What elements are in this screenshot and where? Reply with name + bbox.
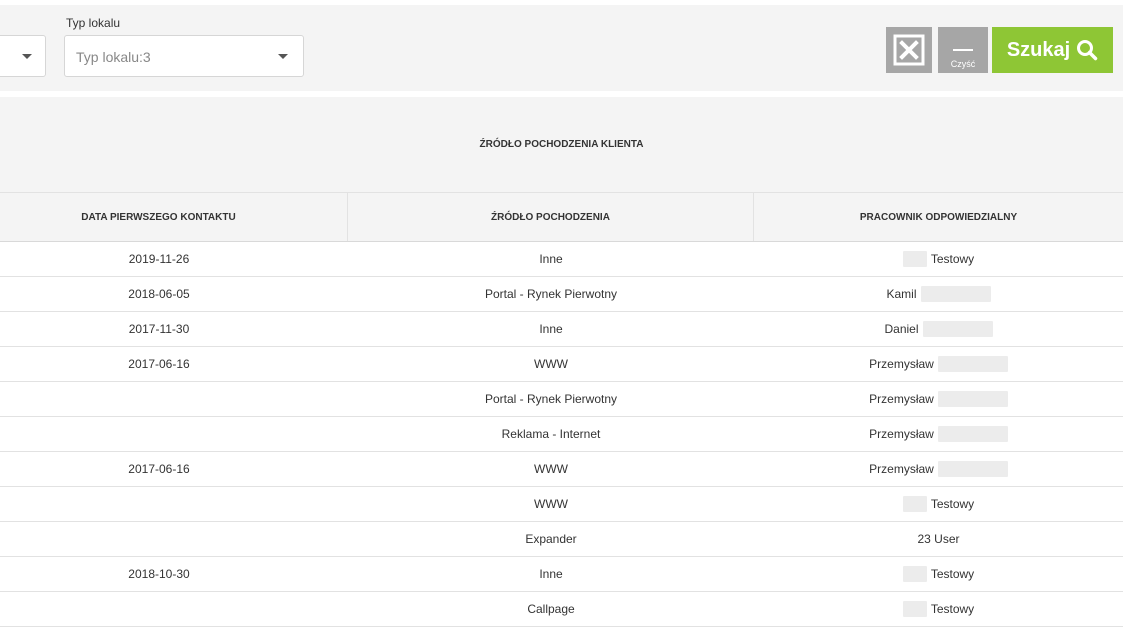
chevron-down-icon: [278, 54, 288, 59]
cell-source: Inne: [539, 252, 563, 266]
cell-responsible-employee: 23 User: [754, 522, 1123, 556]
search-label: Szukaj: [1006, 38, 1071, 61]
employee-name: Daniel: [884, 322, 919, 336]
redacted-name-block: [902, 496, 927, 512]
clear-button[interactable]: Czyść: [938, 27, 988, 73]
employee-name: Testowy: [930, 567, 975, 581]
redacted-name-block: [922, 321, 993, 337]
table-row[interactable]: 2018-10-30 Inne Testowy: [0, 557, 1123, 592]
type-select-value: Typ lokalu:3: [76, 49, 151, 65]
cell-first-contact-date: [0, 382, 348, 416]
cell-responsible-employee: Kamil: [754, 277, 1123, 311]
table-row[interactable]: 2018-06-05 Portal - Rynek Pierwotny Kamil: [0, 277, 1123, 312]
table-row[interactable]: 2017-06-16 WWW Przemysław: [0, 452, 1123, 487]
search-button[interactable]: Szukaj: [992, 27, 1113, 73]
table-row[interactable]: Expander 23 User: [0, 522, 1123, 557]
previous-filter-select[interactable]: [0, 35, 46, 77]
type-select[interactable]: Typ lokalu:3: [64, 35, 304, 77]
chevron-down-icon: [22, 54, 32, 59]
cell-first-contact-date: 2018-10-30: [128, 567, 190, 581]
cell-responsible-employee: Daniel: [754, 312, 1123, 346]
redacted-name-block: [920, 286, 991, 302]
cell-first-contact-date: 2018-06-05: [128, 287, 190, 301]
cell-responsible-employee: Testowy: [754, 242, 1123, 276]
cell-source: Expander: [525, 532, 577, 546]
employee-name: 23 User: [917, 532, 960, 546]
table-row[interactable]: Callpage Testowy: [0, 592, 1123, 627]
clear-icon: [953, 49, 973, 51]
employee-name: Testowy: [930, 252, 975, 266]
cell-first-contact-date: 2019-11-26: [128, 252, 190, 266]
cell-source: WWW: [534, 357, 568, 371]
cell-responsible-employee: Testowy: [754, 487, 1123, 521]
cell-first-contact-date: 2017-11-30: [128, 322, 190, 336]
cell-responsible-employee: Przemysław: [754, 417, 1123, 451]
employee-name: Testowy: [930, 497, 975, 511]
employee-name: Przemysław: [869, 462, 934, 476]
cell-first-contact-date: [0, 417, 348, 451]
cell-source: Inne: [539, 567, 563, 581]
search-icon: [1077, 40, 1098, 61]
cell-responsible-employee: Testowy: [754, 592, 1123, 626]
column-header-first-contact-date[interactable]: DATA PIERWSZEGO KONTAKTU: [0, 193, 348, 241]
employee-name: Przemysław: [869, 357, 934, 371]
table-row[interactable]: 2019-11-26 Inne Testowy: [0, 242, 1123, 277]
redacted-name-block: [937, 356, 1008, 372]
redacted-name-block: [937, 461, 1008, 477]
employee-name: Kamil: [886, 287, 917, 301]
cell-source: Portal - Rynek Pierwotny: [484, 392, 618, 406]
cell-responsible-employee: Testowy: [754, 557, 1123, 591]
excel-export-icon: [893, 34, 925, 66]
column-header-responsible-employee[interactable]: PRACOWNIK ODPOWIEDZIALNY: [754, 193, 1123, 241]
employee-name: Przemysław: [869, 392, 934, 406]
table-row[interactable]: Portal - Rynek Pierwotny Przemysław: [0, 382, 1123, 417]
cell-source: WWW: [534, 462, 568, 476]
cell-responsible-employee: Przemysław: [754, 452, 1123, 486]
cell-responsible-employee: Przemysław: [754, 347, 1123, 381]
cell-first-contact-date: [0, 522, 348, 556]
redacted-name-block: [937, 391, 1008, 407]
excel-export-button[interactable]: [886, 27, 932, 73]
table-row[interactable]: 2017-11-30 Inne Daniel: [0, 312, 1123, 347]
cell-first-contact-date: 2017-06-16: [128, 357, 190, 371]
cell-source: Callpage: [527, 602, 575, 616]
employee-name: Testowy: [930, 602, 975, 616]
table-body: 2019-11-26 Inne Testowy 2018-06-05 Portal -…: [0, 242, 1123, 627]
filter-bar: Typ lokalu Typ lokalu:3 Czyść Szukaj: [0, 5, 1123, 91]
table-row[interactable]: 2017-06-16 WWW Przemysław: [0, 347, 1123, 382]
cell-source: WWW: [534, 497, 568, 511]
type-label: Typ lokalu: [66, 16, 121, 30]
cell-source: Portal - Rynek Pierwotny: [484, 287, 618, 301]
cell-source: Inne: [539, 322, 563, 336]
column-headers: DATA PIERWSZEGO KONTAKTU ŹRÓDŁO POCHODZE…: [0, 193, 1123, 242]
column-header-source[interactable]: ŹRÓDŁO POCHODZENIA: [348, 193, 754, 241]
group-header: ŹRÓDŁO POCHODZENIA KLIENTA: [0, 97, 1123, 193]
redacted-name-block: [902, 601, 927, 617]
cell-responsible-employee: Przemysław: [754, 382, 1123, 416]
redacted-name-block: [902, 566, 927, 582]
clear-label: Czyść: [950, 59, 976, 69]
cell-first-contact-date: 2017-06-16: [128, 462, 190, 476]
table-row[interactable]: Reklama - Internet Przemysław: [0, 417, 1123, 452]
redacted-name-block: [937, 426, 1008, 442]
cell-first-contact-date: [0, 592, 348, 626]
cell-first-contact-date: [0, 487, 348, 521]
table-row[interactable]: WWW Testowy: [0, 487, 1123, 522]
employee-name: Przemysław: [869, 427, 934, 441]
cell-source: Reklama - Internet: [501, 427, 601, 441]
redacted-name-block: [902, 251, 927, 267]
